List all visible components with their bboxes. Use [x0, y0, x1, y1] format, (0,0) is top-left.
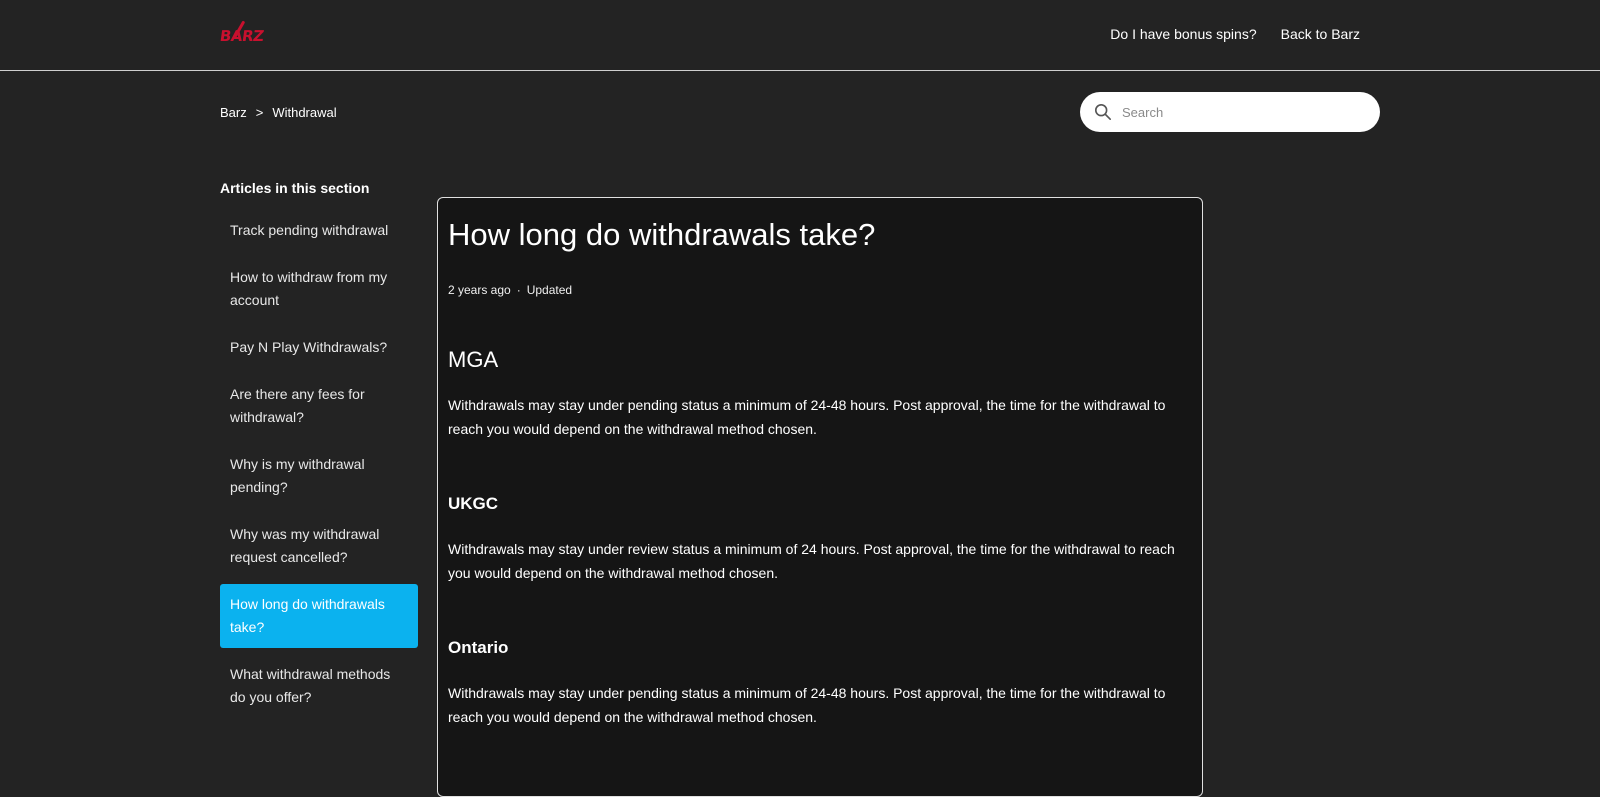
sidebar-item-why-pending[interactable]: Why is my withdrawal pending? — [220, 444, 418, 508]
article-card: How long do withdrawals take? 2 years ag… — [437, 197, 1203, 797]
meta-separator: · — [516, 283, 521, 298]
sidebar-list: Track pending withdrawal How to withdraw… — [220, 210, 418, 718]
top-bar: BARZ Do I have bonus spins? Back to Barz — [0, 0, 1600, 71]
sidebar-item-why-cancelled[interactable]: Why was my withdrawal request cancelled? — [220, 514, 418, 578]
article-title: How long do withdrawals take? — [448, 217, 876, 252]
sidebar-item-track-pending-withdrawal[interactable]: Track pending withdrawal — [220, 210, 418, 251]
breadcrumb: Barz > Withdrawal — [220, 105, 337, 120]
breadcrumb-separator: > — [255, 105, 264, 120]
search-input[interactable] — [1120, 97, 1360, 127]
section-heading-mga: MGA — [448, 347, 499, 373]
top-nav: Do I have bonus spins? Back to Barz — [1110, 26, 1360, 42]
section-heading-ontario: Ontario — [448, 638, 509, 658]
logo-text: BARZ — [218, 27, 265, 45]
section-body-ontario: Withdrawals may stay under pending statu… — [448, 685, 1166, 726]
sidebar-item-pay-n-play[interactable]: Pay N Play Withdrawals? — [220, 327, 418, 368]
article-time: 2 years ago — [448, 283, 511, 298]
section-body-ukgc: Withdrawals may stay under review status… — [448, 541, 1175, 582]
nav-back-to-barz-link[interactable]: Back to Barz — [1281, 26, 1360, 42]
sidebar-item-fees[interactable]: Are there any fees for withdrawal? — [220, 374, 418, 438]
sidebar-item-how-long[interactable]: How long do withdrawals take? — [220, 584, 418, 648]
sidebar: Articles in this section Track pending w… — [220, 180, 418, 724]
breadcrumb-item-withdrawal[interactable]: Withdrawal — [272, 105, 336, 120]
sidebar-title: Articles in this section — [220, 180, 370, 196]
section-heading-ukgc: UKGC — [448, 494, 499, 514]
search-icon — [1094, 103, 1112, 121]
sidebar-item-how-to-withdraw[interactable]: How to withdraw from my account — [220, 257, 418, 321]
article-status: Updated — [526, 283, 573, 298]
article-meta: 2 years ago · Updated — [448, 283, 1192, 297]
breadcrumb-item-barz[interactable]: Barz — [220, 105, 247, 120]
search-box[interactable] — [1080, 92, 1380, 132]
section-body-mga: Withdrawals may stay under pending statu… — [448, 397, 1166, 438]
nav-bonus-spins-link[interactable]: Do I have bonus spins? — [1110, 26, 1256, 42]
brand-logo[interactable]: BARZ — [218, 20, 268, 52]
sidebar-item-methods[interactable]: What withdrawal methods do you offer? — [220, 654, 418, 718]
